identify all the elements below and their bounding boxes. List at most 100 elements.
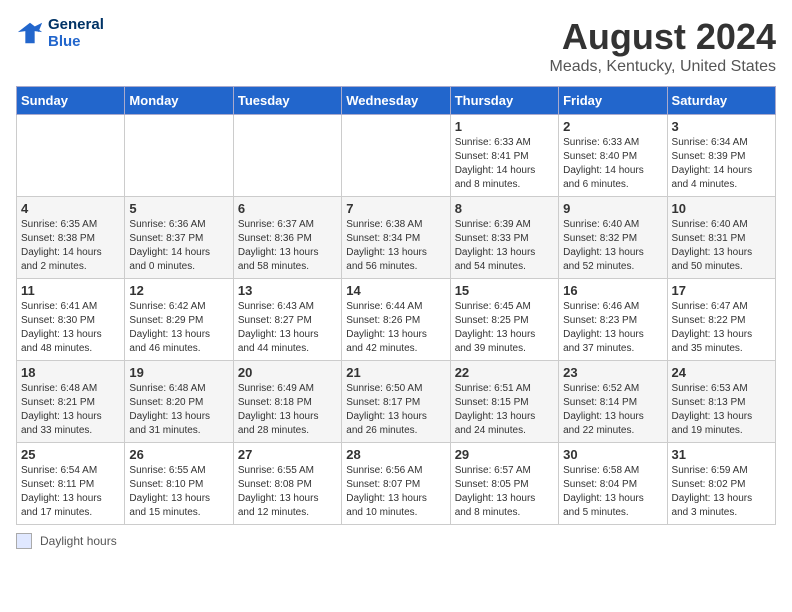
day-info: Sunrise: 6:44 AM Sunset: 8:26 PM Dayligh… xyxy=(346,300,445,356)
day-number: 9 xyxy=(563,201,662,216)
logo: General Blue xyxy=(16,16,104,50)
calendar-cell: 17Sunrise: 6:47 AM Sunset: 8:22 PM Dayli… xyxy=(667,279,775,361)
day-number: 20 xyxy=(238,365,337,380)
calendar-cell: 10Sunrise: 6:40 AM Sunset: 8:31 PM Dayli… xyxy=(667,197,775,279)
day-info: Sunrise: 6:55 AM Sunset: 8:08 PM Dayligh… xyxy=(238,464,337,520)
day-number: 2 xyxy=(563,119,662,134)
calendar-cell: 31 Sunrise: 6:59 AM Sunset: 8:02 PM Dayli… xyxy=(667,443,775,525)
day-info: Sunrise: 6:43 AM Sunset: 8:27 PM Dayligh… xyxy=(238,300,337,356)
logo-bird-icon xyxy=(16,19,44,47)
calendar-cell: 5 Sunrise: 6:36 AM Sunset: 8:37 PM Daylig… xyxy=(125,197,233,279)
calendar-cell: 2Sunrise: 6:33 AM Sunset: 8:40 PM Daylig… xyxy=(559,115,667,197)
day-number: 7 xyxy=(346,201,445,216)
calendar-cell xyxy=(125,115,233,197)
week-row-5: 25 Sunrise: 6:54 AM Sunset: 8:11 PM Dayli… xyxy=(17,443,776,525)
calendar-cell: 11 Sunrise: 6:41 AM Sunset: 8:30 PM Dayli… xyxy=(17,279,125,361)
day-info: Sunrise: 6:35 AM Sunset: 8:38 PM Dayligh… xyxy=(21,218,120,274)
day-number: 13 xyxy=(238,283,337,298)
day-number: 4 xyxy=(21,201,120,216)
day-info: Sunrise: 6:37 AM Sunset: 8:36 PM Dayligh… xyxy=(238,218,337,274)
day-number: 26 xyxy=(129,447,228,462)
week-row-1: 1Sunrise: 6:33 AM Sunset: 8:41 PM Daylig… xyxy=(17,115,776,197)
day-info: Sunrise: 6:33 AM Sunset: 8:41 PM Dayligh… xyxy=(455,136,554,192)
column-header-tuesday: Tuesday xyxy=(233,87,341,115)
column-header-friday: Friday xyxy=(559,87,667,115)
calendar-table: SundayMondayTuesdayWednesdayThursdayFrid… xyxy=(16,86,776,525)
calendar-cell: 22 Sunrise: 6:51 AM Sunset: 8:15 PM Dayli… xyxy=(450,361,558,443)
calendar-cell: 30 Sunrise: 6:58 AM Sunset: 8:04 PM Dayli… xyxy=(559,443,667,525)
header: General Blue August 2024 Meads, Kentucky… xyxy=(16,16,776,76)
day-info: Sunrise: 6:40 AM Sunset: 8:31 PM Dayligh… xyxy=(672,218,771,274)
calendar-cell: 25 Sunrise: 6:54 AM Sunset: 8:11 PM Dayli… xyxy=(17,443,125,525)
subtitle: Meads, Kentucky, United States xyxy=(550,58,776,76)
calendar-cell: 26 Sunrise: 6:55 AM Sunset: 8:10 PM Dayli… xyxy=(125,443,233,525)
column-header-monday: Monday xyxy=(125,87,233,115)
day-info: Sunrise: 6:36 AM Sunset: 8:37 PM Dayligh… xyxy=(129,218,228,274)
day-info: Sunrise: 6:38 AM Sunset: 8:34 PM Dayligh… xyxy=(346,218,445,274)
day-number: 30 xyxy=(563,447,662,462)
calendar-cell: 4 Sunrise: 6:35 AM Sunset: 8:38 PM Daylig… xyxy=(17,197,125,279)
day-info: Sunrise: 6:53 AM Sunset: 8:13 PM Dayligh… xyxy=(672,382,771,438)
day-info: Sunrise: 6:54 AM Sunset: 8:11 PM Dayligh… xyxy=(21,464,120,520)
calendar-cell xyxy=(17,115,125,197)
calendar-cell: 27 Sunrise: 6:55 AM Sunset: 8:08 PM Dayli… xyxy=(233,443,341,525)
day-info: Sunrise: 6:59 AM Sunset: 8:02 PM Dayligh… xyxy=(672,464,771,520)
day-info: Sunrise: 6:48 AM Sunset: 8:20 PM Dayligh… xyxy=(129,382,228,438)
day-info: Sunrise: 6:34 AM Sunset: 8:39 PM Dayligh… xyxy=(672,136,771,192)
week-row-2: 4 Sunrise: 6:35 AM Sunset: 8:38 PM Daylig… xyxy=(17,197,776,279)
week-row-3: 11 Sunrise: 6:41 AM Sunset: 8:30 PM Dayli… xyxy=(17,279,776,361)
calendar-cell: 21 Sunrise: 6:50 AM Sunset: 8:17 PM Dayli… xyxy=(342,361,450,443)
day-info: Sunrise: 6:42 AM Sunset: 8:29 PM Dayligh… xyxy=(129,300,228,356)
day-number: 21 xyxy=(346,365,445,380)
day-number: 8 xyxy=(455,201,554,216)
day-number: 27 xyxy=(238,447,337,462)
week-row-4: 18 Sunrise: 6:48 AM Sunset: 8:21 PM Dayli… xyxy=(17,361,776,443)
day-number: 18 xyxy=(21,365,120,380)
day-info: Sunrise: 6:39 AM Sunset: 8:33 PM Dayligh… xyxy=(455,218,554,274)
column-header-thursday: Thursday xyxy=(450,87,558,115)
calendar-cell: 19 Sunrise: 6:48 AM Sunset: 8:20 PM Dayli… xyxy=(125,361,233,443)
day-number: 25 xyxy=(21,447,120,462)
day-info: Sunrise: 6:58 AM Sunset: 8:04 PM Dayligh… xyxy=(563,464,662,520)
footer: Daylight hours xyxy=(16,533,776,549)
legend-label: Daylight hours xyxy=(40,534,117,548)
day-number: 12 xyxy=(129,283,228,298)
day-info: Sunrise: 6:45 AM Sunset: 8:25 PM Dayligh… xyxy=(455,300,554,356)
day-number: 5 xyxy=(129,201,228,216)
column-header-saturday: Saturday xyxy=(667,87,775,115)
logo-text: General Blue xyxy=(48,16,104,50)
day-number: 19 xyxy=(129,365,228,380)
day-info: Sunrise: 6:48 AM Sunset: 8:21 PM Dayligh… xyxy=(21,382,120,438)
day-number: 14 xyxy=(346,283,445,298)
day-number: 11 xyxy=(21,283,120,298)
day-info: Sunrise: 6:51 AM Sunset: 8:15 PM Dayligh… xyxy=(455,382,554,438)
calendar-cell: 29Sunrise: 6:57 AM Sunset: 8:05 PM Dayli… xyxy=(450,443,558,525)
day-number: 22 xyxy=(455,365,554,380)
calendar-cell: 14 Sunrise: 6:44 AM Sunset: 8:26 PM Dayli… xyxy=(342,279,450,361)
day-info: Sunrise: 6:55 AM Sunset: 8:10 PM Dayligh… xyxy=(129,464,228,520)
calendar-header-row: SundayMondayTuesdayWednesdayThursdayFrid… xyxy=(17,87,776,115)
day-number: 31 xyxy=(672,447,771,462)
calendar-cell: 16Sunrise: 6:46 AM Sunset: 8:23 PM Dayli… xyxy=(559,279,667,361)
calendar-cell: 23Sunrise: 6:52 AM Sunset: 8:14 PM Dayli… xyxy=(559,361,667,443)
calendar-cell: 8 Sunrise: 6:39 AM Sunset: 8:33 PM Daylig… xyxy=(450,197,558,279)
day-number: 3 xyxy=(672,119,771,134)
day-info: Sunrise: 6:46 AM Sunset: 8:23 PM Dayligh… xyxy=(563,300,662,356)
calendar-cell: 28 Sunrise: 6:56 AM Sunset: 8:07 PM Dayli… xyxy=(342,443,450,525)
calendar-cell: 18 Sunrise: 6:48 AM Sunset: 8:21 PM Dayli… xyxy=(17,361,125,443)
day-info: Sunrise: 6:47 AM Sunset: 8:22 PM Dayligh… xyxy=(672,300,771,356)
calendar-cell: 15 Sunrise: 6:45 AM Sunset: 8:25 PM Dayli… xyxy=(450,279,558,361)
calendar-cell: 6Sunrise: 6:37 AM Sunset: 8:36 PM Daylig… xyxy=(233,197,341,279)
day-info: Sunrise: 6:52 AM Sunset: 8:14 PM Dayligh… xyxy=(563,382,662,438)
column-header-sunday: Sunday xyxy=(17,87,125,115)
title-area: August 2024 Meads, Kentucky, United Stat… xyxy=(550,16,776,76)
day-info: Sunrise: 6:49 AM Sunset: 8:18 PM Dayligh… xyxy=(238,382,337,438)
day-info: Sunrise: 6:50 AM Sunset: 8:17 PM Dayligh… xyxy=(346,382,445,438)
day-number: 28 xyxy=(346,447,445,462)
calendar-cell: 3 Sunrise: 6:34 AM Sunset: 8:39 PM Daylig… xyxy=(667,115,775,197)
calendar-cell xyxy=(342,115,450,197)
day-info: Sunrise: 6:56 AM Sunset: 8:07 PM Dayligh… xyxy=(346,464,445,520)
day-info: Sunrise: 6:40 AM Sunset: 8:32 PM Dayligh… xyxy=(563,218,662,274)
day-number: 15 xyxy=(455,283,554,298)
day-info: Sunrise: 6:41 AM Sunset: 8:30 PM Dayligh… xyxy=(21,300,120,356)
